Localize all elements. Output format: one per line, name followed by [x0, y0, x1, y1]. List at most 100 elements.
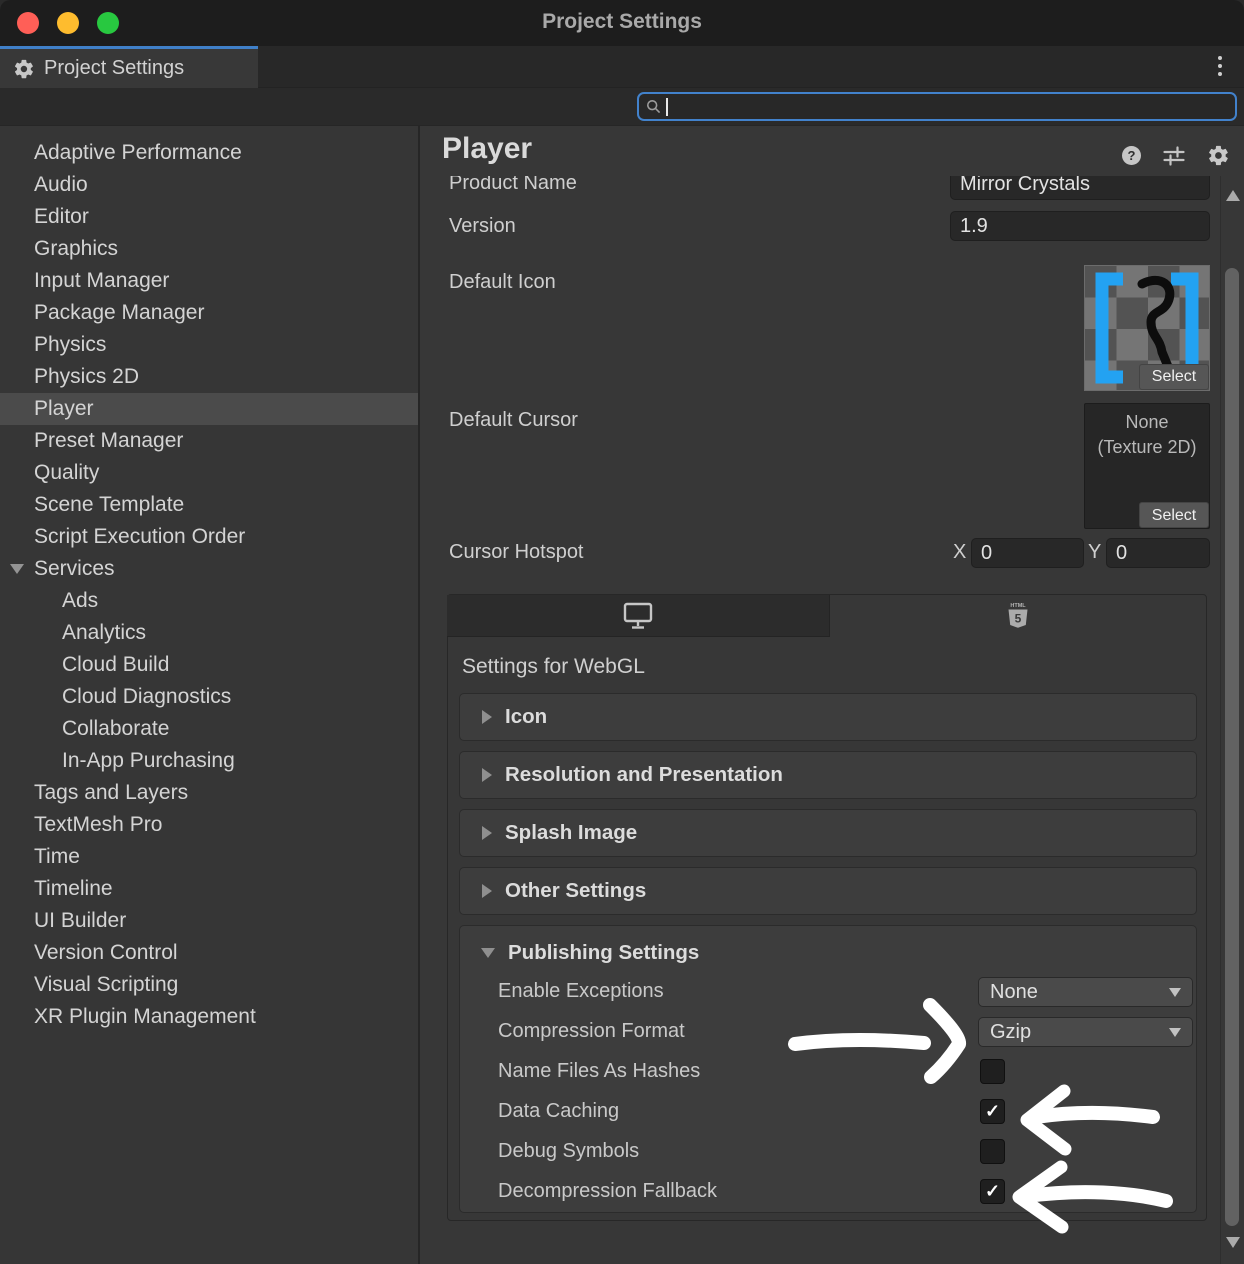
sidebar-item-label: Player	[34, 397, 94, 421]
sidebar-item-label: Timeline	[34, 877, 113, 901]
sidebar-item-timeline[interactable]: Timeline	[0, 873, 418, 905]
sidebar-item-script-execution-order[interactable]: Script Execution Order	[0, 521, 418, 553]
sidebar-item-scene-template[interactable]: Scene Template	[0, 489, 418, 521]
cursor-hotspot-label: Cursor Hotspot	[449, 541, 584, 564]
project-settings-window: Project Settings Project Settings Adapti…	[0, 0, 1244, 1264]
sidebar-item-cloud-diagnostics[interactable]: Cloud Diagnostics	[0, 681, 418, 713]
sidebar-item-editor[interactable]: Editor	[0, 201, 418, 233]
sidebar-item-label: Version Control	[34, 941, 178, 965]
sidebar-item-quality[interactable]: Quality	[0, 457, 418, 489]
gear-icon[interactable]	[1207, 144, 1230, 167]
sidebar-item-ui-builder[interactable]: UI Builder	[0, 905, 418, 937]
titlebar: Project Settings	[0, 0, 1244, 46]
default-cursor-field[interactable]: None (Texture 2D) Select	[1084, 403, 1210, 529]
sidebar-item-label: In-App Purchasing	[62, 749, 235, 773]
help-icon[interactable]: ?	[1122, 146, 1141, 165]
sidebar-item-package-manager[interactable]: Package Manager	[0, 297, 418, 329]
presets-icon[interactable]	[1163, 146, 1185, 166]
sidebar-item-player[interactable]: Player	[0, 393, 418, 425]
default-icon-label: Default Icon	[449, 271, 556, 294]
hotspot-y-field[interactable]: 0	[1106, 538, 1210, 568]
cursor-value-line2: (Texture 2D)	[1085, 435, 1209, 460]
sidebar-item-label: Quality	[34, 461, 99, 485]
chevron-down-icon	[1169, 1028, 1181, 1037]
sidebar-item-in-app-purchasing[interactable]: In-App Purchasing	[0, 745, 418, 777]
sidebar-item-label: Services	[34, 557, 115, 581]
sidebar-item-preset-manager[interactable]: Preset Manager	[0, 425, 418, 457]
inspector-header: Player ?	[422, 126, 1244, 176]
svg-text:5: 5	[1015, 612, 1022, 626]
text-caret	[666, 98, 668, 116]
compression-format-value: Gzip	[990, 1021, 1031, 1044]
section-icon[interactable]: Icon	[459, 693, 1197, 741]
settings-category-list: Adaptive PerformanceAudioEditorGraphicsI…	[0, 126, 420, 1264]
sidebar-item-time[interactable]: Time	[0, 841, 418, 873]
publishing-settings-header[interactable]: Publishing Settings	[481, 941, 699, 965]
search-icon	[646, 99, 662, 115]
section-label: Splash Image	[505, 821, 637, 845]
name-files-as-hashes-checkbox[interactable]	[980, 1059, 1005, 1084]
html5-icon: HTML 5	[1005, 601, 1031, 631]
sidebar-item-label: Tags and Layers	[34, 781, 188, 805]
scrollbar-thumb[interactable]	[1225, 268, 1239, 1226]
sidebar-item-collaborate[interactable]: Collaborate	[0, 713, 418, 745]
sidebar-item-ads[interactable]: Ads	[0, 585, 418, 617]
sidebar-item-audio[interactable]: Audio	[0, 169, 418, 201]
section-splash-image[interactable]: Splash Image	[459, 809, 1197, 857]
sidebar-item-label: Physics 2D	[34, 365, 139, 389]
sidebar-item-services[interactable]: Services	[0, 553, 418, 585]
version-label: Version	[449, 215, 516, 238]
gear-icon	[13, 58, 35, 80]
sidebar-item-label: Analytics	[62, 621, 146, 645]
settings-for-platform-title: Settings for WebGL	[462, 655, 645, 679]
sidebar-item-visual-scripting[interactable]: Visual Scripting	[0, 969, 418, 1001]
data-caching-checkbox[interactable]: ✓	[980, 1099, 1005, 1124]
default-cursor-label: Default Cursor	[449, 409, 578, 432]
foldout-expanded-icon[interactable]	[10, 564, 24, 574]
foldout-collapsed-icon	[482, 826, 492, 840]
sidebar-item-adaptive-performance[interactable]: Adaptive Performance	[0, 137, 418, 169]
sidebar-item-label: Collaborate	[62, 717, 169, 741]
foldout-collapsed-icon	[482, 884, 492, 898]
platform-tab-standalone[interactable]	[447, 595, 830, 637]
sidebar-item-version-control[interactable]: Version Control	[0, 937, 418, 969]
sidebar-item-cloud-build[interactable]: Cloud Build	[0, 649, 418, 681]
sidebar-item-input-manager[interactable]: Input Manager	[0, 265, 418, 297]
decompression-fallback-checkbox[interactable]: ✓	[980, 1179, 1005, 1204]
sidebar-item-label: Editor	[34, 205, 89, 229]
default-icon-select-button[interactable]: Select	[1139, 364, 1209, 390]
hotspot-x-field[interactable]: 0	[971, 538, 1084, 568]
kebab-menu-icon[interactable]	[1218, 56, 1222, 76]
tab-project-settings[interactable]: Project Settings	[0, 46, 258, 88]
sidebar-item-graphics[interactable]: Graphics	[0, 233, 418, 265]
sidebar-item-xr-plugin-management[interactable]: XR Plugin Management	[0, 1001, 418, 1033]
scroll-down-arrow-icon[interactable]	[1226, 1237, 1240, 1248]
sidebar-item-analytics[interactable]: Analytics	[0, 617, 418, 649]
enable-exceptions-value: None	[990, 981, 1038, 1004]
scroll-up-arrow-icon[interactable]	[1226, 190, 1240, 201]
sidebar-item-label: XR Plugin Management	[34, 1005, 256, 1029]
sidebar-item-textmesh-pro[interactable]: TextMesh Pro	[0, 809, 418, 841]
sidebar-item-label: Ads	[62, 589, 98, 613]
platform-tab-webgl[interactable]: HTML 5	[830, 595, 1206, 637]
hotspot-x-label: X	[953, 541, 966, 564]
section-other-settings[interactable]: Other Settings	[459, 867, 1197, 915]
debug-symbols-checkbox[interactable]	[980, 1139, 1005, 1164]
sidebar-item-label: Adaptive Performance	[34, 141, 242, 165]
enable-exceptions-dropdown[interactable]: None	[978, 977, 1193, 1007]
sidebar-item-physics[interactable]: Physics	[0, 329, 418, 361]
tab-strip: Project Settings	[0, 46, 1244, 88]
default-icon-texture[interactable]: Select	[1084, 265, 1210, 391]
search-input[interactable]	[637, 92, 1237, 121]
version-field[interactable]: 1.9	[950, 211, 1210, 241]
window-title: Project Settings	[0, 10, 1244, 34]
page-title: Player	[442, 132, 532, 166]
default-cursor-select-button[interactable]: Select	[1139, 502, 1209, 528]
sidebar-item-tags-and-layers[interactable]: Tags and Layers	[0, 777, 418, 809]
section-resolution-and-presentation[interactable]: Resolution and Presentation	[459, 751, 1197, 799]
compression-format-dropdown[interactable]: Gzip	[978, 1017, 1193, 1047]
decompression-fallback-label: Decompression Fallback	[498, 1180, 717, 1203]
sidebar-item-label: Script Execution Order	[34, 525, 245, 549]
sidebar-item-physics-2d[interactable]: Physics 2D	[0, 361, 418, 393]
chevron-down-icon	[1169, 988, 1181, 997]
